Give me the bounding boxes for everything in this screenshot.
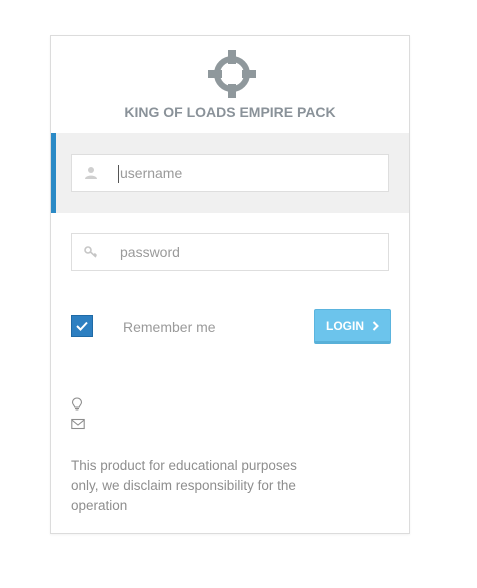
username-row bbox=[51, 133, 409, 213]
envelope-icon[interactable] bbox=[71, 418, 85, 430]
user-icon bbox=[85, 167, 97, 179]
disclaimer-text: This product for educational purposes on… bbox=[71, 458, 297, 513]
login-button-label: LOGIN bbox=[326, 318, 364, 333]
password-field[interactable] bbox=[71, 233, 389, 271]
text-cursor bbox=[118, 165, 119, 183]
checkbox-box[interactable] bbox=[71, 315, 93, 337]
username-input[interactable] bbox=[120, 155, 380, 191]
login-card: KING OF LOADS EMPIRE PACK Remember me LO… bbox=[50, 35, 410, 534]
key-icon bbox=[84, 246, 98, 258]
crosshair-logo-icon bbox=[208, 50, 256, 98]
password-input[interactable] bbox=[120, 234, 380, 270]
lightbulb-icon[interactable] bbox=[71, 397, 83, 411]
remember-me-checkbox[interactable] bbox=[71, 315, 95, 339]
active-field-indicator bbox=[51, 133, 56, 213]
remember-me-label[interactable]: Remember me bbox=[123, 319, 216, 335]
app-title: KING OF LOADS EMPIRE PACK bbox=[124, 104, 336, 120]
checkmark-icon bbox=[76, 321, 88, 331]
login-button[interactable]: LOGIN bbox=[314, 309, 391, 344]
chevron-right-icon bbox=[372, 320, 379, 331]
username-field[interactable] bbox=[71, 154, 389, 192]
